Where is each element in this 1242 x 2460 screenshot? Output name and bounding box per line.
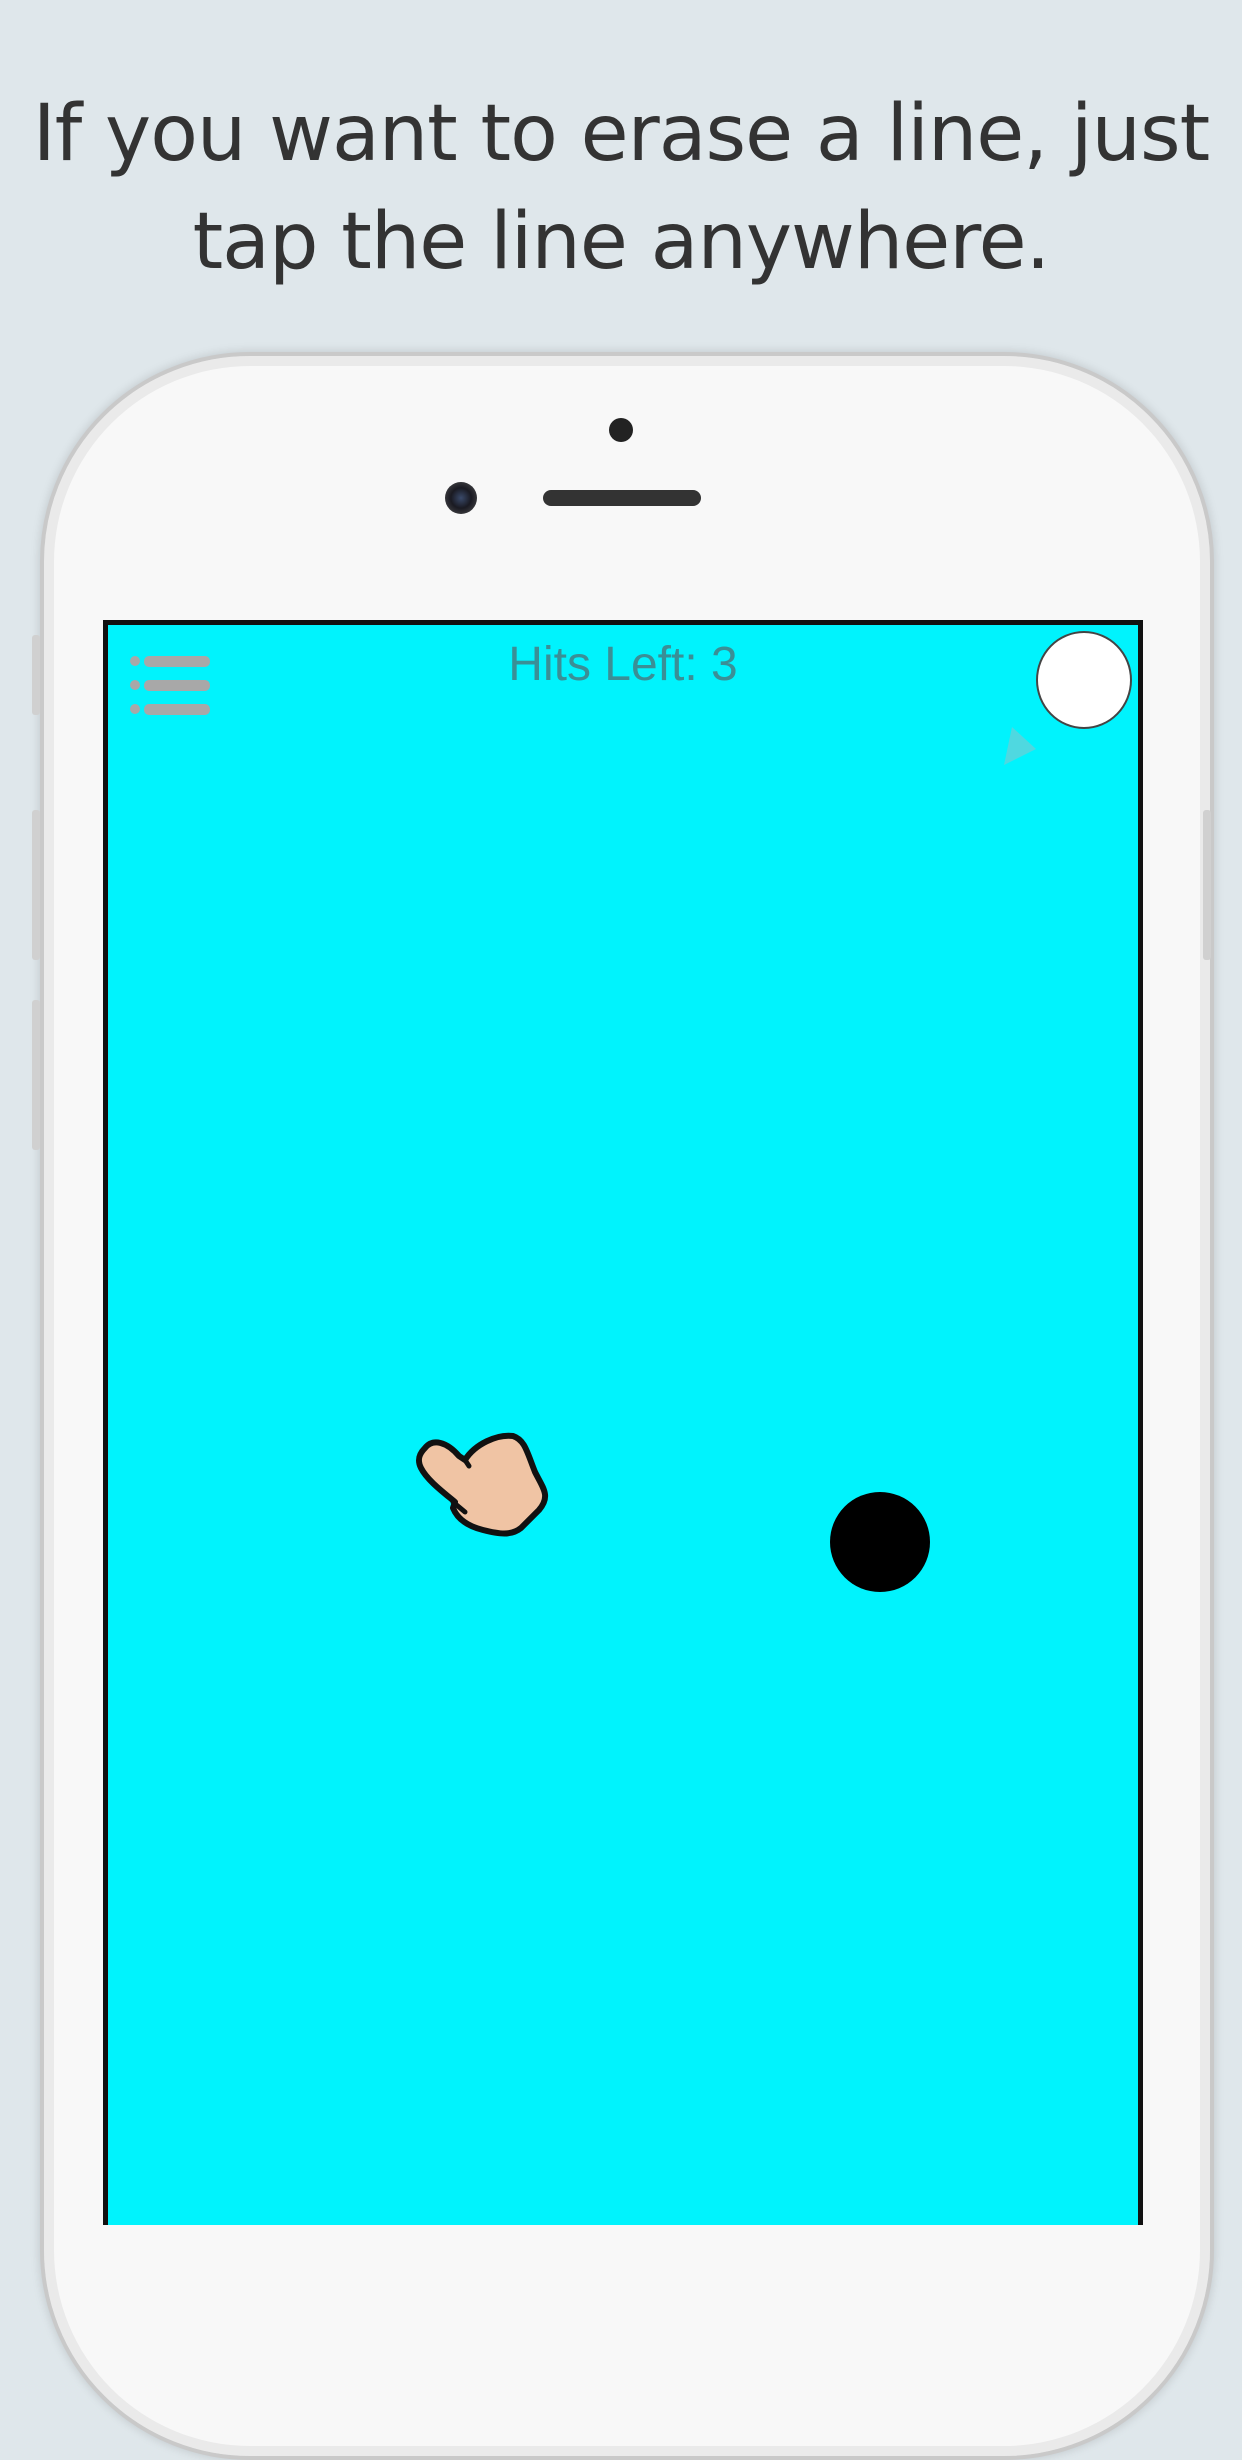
white-circle-button[interactable]	[1036, 631, 1132, 729]
tap-hand-icon	[415, 1432, 549, 1537]
side-button	[32, 635, 40, 715]
black-ball	[830, 1492, 930, 1592]
volume-up-button	[32, 810, 40, 960]
earpiece-speaker	[543, 490, 701, 506]
volume-down-button	[32, 1000, 40, 1150]
power-button	[1203, 810, 1211, 960]
arrow-pointer-icon	[1004, 727, 1036, 765]
game-screen[interactable]: Hits Left: 3	[103, 620, 1143, 2225]
hits-left-label: Hits Left: 3	[508, 638, 738, 691]
front-camera	[445, 482, 477, 514]
caption-text: If you want to erase a line, just tap th…	[32, 89, 1210, 287]
proximity-sensor	[609, 418, 633, 442]
